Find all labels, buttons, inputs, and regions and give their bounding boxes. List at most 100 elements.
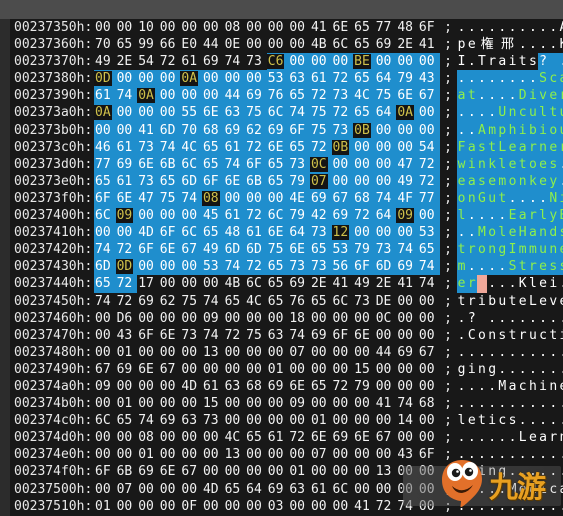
ascii-char[interactable]: I <box>507 241 518 259</box>
hex-byte[interactable]: 00 <box>94 429 116 446</box>
hex-byte[interactable]: 00 <box>418 481 440 498</box>
ascii-char[interactable]: s <box>558 224 563 242</box>
hex-byte[interactable]: 63 <box>180 412 202 429</box>
hex-byte[interactable]: 00 <box>223 70 246 88</box>
ascii-char[interactable]: . <box>558 344 563 361</box>
hex-row[interactable]: 00237500h: 00 07 00 00 00 4D 65 64 69 63 61 6C 00 00 00… <box>10 481 563 498</box>
hex-byte[interactable]: 62 <box>159 293 181 310</box>
ascii-char[interactable]: e <box>538 172 549 190</box>
hex-byte[interactable]: 6F <box>158 224 181 242</box>
ascii-char[interactable]: . <box>518 395 528 412</box>
hex-byte[interactable]: 65 <box>309 241 332 259</box>
ascii-char[interactable]: . <box>457 429 467 446</box>
hex-byte[interactable]: 15 <box>353 361 375 378</box>
ascii-char[interactable]: o <box>507 172 518 190</box>
hex-byte[interactable]: 00 <box>224 395 246 412</box>
ascii-char[interactable]: m <box>527 241 538 259</box>
hex-byte[interactable]: 74 <box>417 258 440 276</box>
hex-byte[interactable]: 74 <box>223 155 246 173</box>
ascii-char[interactable]: G <box>476 189 488 208</box>
hex-byte[interactable]: 01 <box>94 498 116 515</box>
hex-byte[interactable]: 61 <box>202 378 224 395</box>
ascii-char[interactable]: e <box>538 155 549 173</box>
ascii-char[interactable]: . <box>497 498 507 515</box>
ascii-char[interactable]: . <box>558 412 563 429</box>
hex-byte[interactable]: 2E <box>375 275 397 292</box>
ascii-char[interactable]: . <box>497 395 507 412</box>
hex-byte[interactable]: 00 <box>180 361 202 378</box>
ascii-char[interactable]: . <box>476 70 488 88</box>
hex-byte[interactable]: 00 <box>418 429 440 446</box>
hex-byte[interactable]: 56 <box>331 258 354 276</box>
hex-byte[interactable]: 69 <box>267 378 289 395</box>
ascii-char[interactable]: . <box>538 310 548 327</box>
ascii-char[interactable]: . <box>456 121 467 139</box>
hex-byte[interactable]: 00 <box>396 293 418 310</box>
hex-byte[interactable]: 00 <box>331 155 354 173</box>
hex-byte[interactable]: 65 <box>267 275 289 292</box>
ascii-text[interactable]: ..........AnewHo <box>457 19 563 36</box>
ascii-char[interactable]: . <box>528 446 538 463</box>
hex-byte[interactable]: 72 <box>309 87 332 105</box>
hex-bytes[interactable]: 6F 6B 69 6E 67 00 00 00 00 01 00 00 00 13 00 00 <box>94 463 440 480</box>
hex-byte[interactable]: 00 <box>353 155 375 173</box>
ascii-char[interactable]: r <box>527 207 538 225</box>
hex-byte[interactable]: 6C <box>94 412 116 429</box>
hex-byte[interactable]: 00 <box>201 70 224 88</box>
ascii-char[interactable]: i <box>527 87 538 105</box>
hex-byte[interactable]: 00 <box>396 121 418 139</box>
hex-byte[interactable]: 77 <box>375 19 397 36</box>
hex-byte[interactable]: 41 <box>310 19 332 36</box>
ascii-char[interactable]: ? <box>538 53 549 71</box>
ascii-char[interactable]: . <box>457 395 467 412</box>
hex-bytes[interactable]: 00 07 00 00 00 4D 65 64 69 63 61 6C 00 00 00 00 <box>94 481 440 498</box>
hex-byte[interactable]: 00 <box>267 344 289 361</box>
hex-byte[interactable]: 68 <box>245 378 267 395</box>
ascii-char[interactable]: . <box>507 87 518 105</box>
ascii-text[interactable]: I.Traits? ..? .. <box>457 53 563 71</box>
hex-byte[interactable]: 03 <box>267 498 289 515</box>
ascii-char[interactable]: . <box>467 429 477 446</box>
hex-byte[interactable]: 00 <box>159 344 181 361</box>
ascii-char[interactable]: . <box>528 19 538 36</box>
ascii-char[interactable]: . <box>477 481 487 498</box>
hex-byte[interactable]: 00 <box>159 429 181 446</box>
ascii-char[interactable]: . <box>507 463 517 480</box>
ascii-text[interactable]: ......Learning.. <box>457 429 563 446</box>
ascii-char[interactable]: . <box>497 19 507 36</box>
hex-byte[interactable]: 00 <box>396 310 418 327</box>
hex-byte[interactable]: 73 <box>180 327 202 344</box>
hex-byte[interactable]: 00 <box>332 412 354 429</box>
hex-byte[interactable]: 72 <box>245 258 267 276</box>
hex-byte[interactable]: 6F <box>332 327 354 344</box>
hex-byte[interactable]: 73 <box>331 121 354 139</box>
ascii-text[interactable]: .............Dig <box>457 344 563 361</box>
hex-byte[interactable]: 65 <box>94 275 116 293</box>
hex-byte[interactable]: 4B <box>224 275 246 292</box>
hex-byte[interactable]: 6E <box>201 104 224 122</box>
ascii-char[interactable]: s <box>507 412 517 429</box>
hex-byte[interactable]: 12 <box>331 224 354 242</box>
ascii-char[interactable]: s <box>548 155 559 173</box>
hex-byte[interactable]: 6E <box>266 138 289 156</box>
hex-byte[interactable]: BE <box>353 53 375 71</box>
ascii-text[interactable]: trongImmuneSyste <box>456 241 563 259</box>
ascii-char[interactable]: n <box>487 463 497 480</box>
hex-byte[interactable]: 4C <box>180 138 202 156</box>
hex-byte[interactable]: 67 <box>417 87 440 105</box>
ascii-char[interactable]: i <box>548 275 558 292</box>
ascii-char[interactable]: L <box>528 293 538 310</box>
hex-byte[interactable]: 73 <box>309 224 332 242</box>
hex-row[interactable]: 002374f0h: 6F 6B 69 6E 67 00 00 00 00 01 00 00 00 13 00… <box>10 463 563 480</box>
ascii-char[interactable]: 権 <box>477 36 497 53</box>
hex-byte[interactable]: 00 <box>396 378 418 395</box>
ascii-char[interactable]: T <box>477 53 487 70</box>
hex-byte[interactable]: 00 <box>94 395 116 412</box>
ascii-char[interactable]: . <box>467 378 477 395</box>
hex-byte[interactable]: 00 <box>310 310 332 327</box>
ascii-char[interactable]: . <box>518 19 528 36</box>
hex-byte[interactable]: 00 <box>353 172 375 190</box>
ascii-char[interactable]: . <box>528 463 538 480</box>
ascii-char[interactable]: r <box>548 429 558 446</box>
ascii-char[interactable]: e <box>528 429 538 446</box>
